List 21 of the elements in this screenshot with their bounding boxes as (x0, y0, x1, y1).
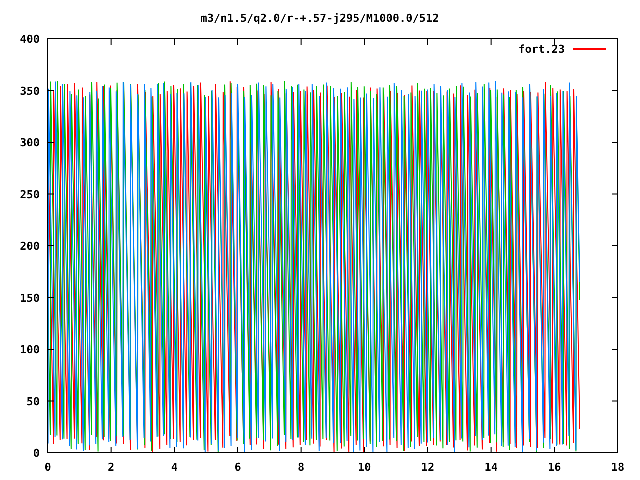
axis-tick-label: 200 (20, 240, 40, 253)
axis-tick-label: 6 (234, 461, 242, 474)
axis-tick-label: 0 (44, 461, 52, 474)
axis-tick-label: 150 (20, 292, 40, 305)
axis-tick-label: 100 (20, 344, 40, 356)
axis-tick-label: 300 (20, 136, 40, 150)
axis-tick-label: 16 (548, 461, 562, 474)
axis-tick-label: 12 (421, 461, 435, 474)
axis-tick-label: 350 (20, 84, 40, 98)
axis-tick-label: 8 (298, 461, 305, 474)
chart-title: m3/n1.5/q2.0/r-+.57-j295/M1000.0/512 (200, 12, 440, 25)
axis-tick-label: 250 (20, 188, 40, 202)
axis-tick-label: 0 (33, 447, 40, 460)
axis-tick-label: 18 (611, 461, 625, 474)
axis-tick-label: 10 (358, 461, 372, 474)
axis-tick-label: 50 (26, 395, 40, 408)
axis-tick-label: 2 (108, 461, 115, 474)
axis-tick-label: 14 (484, 461, 498, 474)
axis-tick-label: 4 (171, 461, 178, 474)
legend-label: fort.23 (518, 43, 565, 56)
axis-tick-label: 400 (20, 33, 40, 46)
